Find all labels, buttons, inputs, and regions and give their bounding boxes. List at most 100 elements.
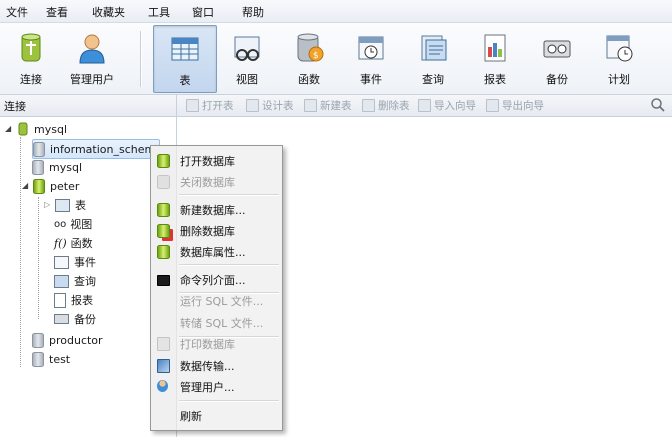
open-table-label: 打开表 bbox=[202, 100, 234, 112]
tree-tables[interactable]: ▷ 表 bbox=[44, 196, 86, 214]
menu-tools[interactable]: 工具 bbox=[148, 4, 170, 20]
connection-icon bbox=[14, 31, 48, 65]
menu-item-run-sql[interactable]: 运行 SQL 文件... bbox=[151, 289, 282, 310]
menu-item-dump-sql[interactable]: 转储 SQL 文件... bbox=[151, 311, 282, 332]
table-icon bbox=[168, 32, 202, 66]
menu-item-refresh[interactable]: 刷新 bbox=[151, 404, 282, 425]
connection-name: mysql bbox=[34, 122, 67, 136]
menu-item-db-properties[interactable]: 数据库属性... bbox=[151, 240, 282, 261]
main-toolbar: 连接 管理用户 表 视图 $ 函数 事件 查询 报表 备份 计划 bbox=[0, 23, 672, 95]
database-name: peter bbox=[50, 179, 80, 193]
report-button[interactable]: 报表 bbox=[472, 25, 518, 91]
connection-button[interactable]: 连接 bbox=[6, 25, 56, 91]
tree-db-peter[interactable]: ◢ peter bbox=[22, 177, 79, 195]
collapse-arrow-icon[interactable]: ◢ bbox=[5, 125, 13, 133]
menu-view[interactable]: 查看 bbox=[46, 4, 68, 20]
design-table-button[interactable]: 设计表 bbox=[246, 98, 294, 113]
query-icon bbox=[54, 274, 69, 288]
menu-item-label: 命令列介面... bbox=[180, 274, 246, 287]
tree-queries[interactable]: 查询 bbox=[54, 272, 96, 290]
table-icon bbox=[55, 198, 70, 212]
tree-item-label: 备份 bbox=[74, 313, 96, 326]
new-table-icon bbox=[304, 99, 317, 112]
query-label: 查询 bbox=[422, 73, 444, 86]
user-icon bbox=[75, 31, 109, 65]
tree-item-label: 事件 bbox=[74, 256, 96, 269]
manage-users-button[interactable]: 管理用户 bbox=[62, 25, 122, 91]
tree-item-label: 查询 bbox=[74, 275, 96, 288]
open-database-icon bbox=[33, 178, 45, 194]
tree-db-test[interactable]: test bbox=[32, 350, 70, 368]
collapse-arrow-icon[interactable]: ◢ bbox=[22, 182, 30, 190]
export-wizard-label: 导出向导 bbox=[502, 100, 544, 112]
database-icon bbox=[32, 351, 44, 367]
database-icon bbox=[32, 159, 44, 175]
design-table-icon bbox=[246, 99, 259, 112]
menu-item-label: 数据传输... bbox=[180, 360, 235, 373]
tree-reports[interactable]: 报表 bbox=[54, 291, 93, 309]
design-table-label: 设计表 bbox=[262, 100, 294, 112]
menu-item-delete-database[interactable]: 删除数据库 bbox=[151, 219, 282, 240]
open-table-button[interactable]: 打开表 bbox=[186, 98, 234, 113]
menu-favorites[interactable]: 收藏夹 bbox=[92, 4, 125, 20]
menu-item-open-database[interactable]: 打开数据库 bbox=[151, 149, 282, 170]
tree-backups[interactable]: 备份 bbox=[54, 310, 96, 328]
menu-bar: 文件 查看 收藏夹 工具 窗口 帮助 bbox=[0, 0, 672, 23]
menu-item-label: 关闭数据库 bbox=[180, 176, 235, 189]
menu-item-manage-users[interactable]: 管理用户... bbox=[151, 375, 282, 396]
data-transfer-icon bbox=[157, 359, 170, 373]
query-button[interactable]: 查询 bbox=[410, 25, 456, 91]
menu-item-new-database[interactable]: 新建数据库... bbox=[151, 198, 282, 219]
function-button[interactable]: $ 函数 bbox=[286, 25, 332, 91]
event-icon bbox=[54, 255, 69, 269]
tree-item-label: 表 bbox=[75, 199, 86, 212]
view-icon bbox=[230, 31, 264, 65]
tree-guide bbox=[20, 137, 21, 367]
menu-window[interactable]: 窗口 bbox=[192, 4, 214, 20]
report-icon bbox=[478, 31, 512, 65]
backup-button[interactable]: 备份 bbox=[534, 25, 580, 91]
expand-arrow-icon[interactable]: ▷ bbox=[44, 201, 52, 209]
tree-db-productor[interactable]: productor bbox=[32, 331, 103, 349]
new-table-button[interactable]: 新建表 bbox=[304, 98, 352, 113]
new-db-icon bbox=[157, 203, 170, 217]
menu-item-console[interactable]: 命令列介面... bbox=[151, 268, 282, 289]
export-icon bbox=[486, 99, 499, 112]
menu-item-label: 运行 SQL 文件... bbox=[180, 295, 264, 308]
tree-functions[interactable]: f() 函数 bbox=[54, 234, 93, 252]
search-icon[interactable] bbox=[650, 97, 666, 113]
menu-item-print-database[interactable]: 打印数据库 bbox=[151, 332, 282, 353]
connection-icon bbox=[18, 122, 28, 136]
close-db-icon bbox=[157, 175, 170, 189]
tree-events[interactable]: 事件 bbox=[54, 253, 96, 271]
pane-divider bbox=[176, 95, 177, 116]
menu-item-label: 转储 SQL 文件... bbox=[180, 317, 264, 330]
delete-table-button[interactable]: 删除表 bbox=[362, 98, 410, 113]
open-table-icon bbox=[186, 99, 199, 112]
backup-label: 备份 bbox=[546, 73, 568, 86]
tree-db-information-schema[interactable]: information_schem bbox=[32, 139, 161, 159]
delete-table-icon bbox=[362, 99, 375, 112]
table-button[interactable]: 表 bbox=[153, 25, 217, 93]
tree-views[interactable]: oo 视图 bbox=[54, 215, 92, 233]
menu-item-data-transfer[interactable]: 数据传输... bbox=[151, 354, 282, 375]
function-label: 函数 bbox=[298, 73, 320, 86]
import-wizard-button[interactable]: 导入向导 bbox=[418, 98, 476, 113]
menu-item-label: 管理用户... bbox=[180, 381, 235, 394]
menu-help[interactable]: 帮助 bbox=[242, 4, 264, 20]
toolbar-separator bbox=[140, 31, 142, 87]
export-wizard-button[interactable]: 导出向导 bbox=[486, 98, 544, 113]
report-label: 报表 bbox=[484, 73, 506, 86]
tree-connection-mysql[interactable]: ◢ mysql bbox=[5, 120, 67, 138]
view-button[interactable]: 视图 bbox=[224, 25, 270, 91]
open-db-icon bbox=[157, 154, 170, 168]
backup-icon bbox=[54, 314, 69, 324]
tree-db-mysql[interactable]: mysql bbox=[32, 158, 82, 176]
menu-item-label: 刷新 bbox=[180, 410, 202, 423]
event-button[interactable]: 事件 bbox=[348, 25, 394, 91]
schedule-button[interactable]: 计划 bbox=[596, 25, 642, 91]
menu-file[interactable]: 文件 bbox=[6, 4, 28, 20]
menu-item-close-database[interactable]: 关闭数据库 bbox=[151, 170, 282, 191]
database-name: mysql bbox=[49, 160, 82, 174]
delete-db-icon bbox=[157, 224, 170, 238]
